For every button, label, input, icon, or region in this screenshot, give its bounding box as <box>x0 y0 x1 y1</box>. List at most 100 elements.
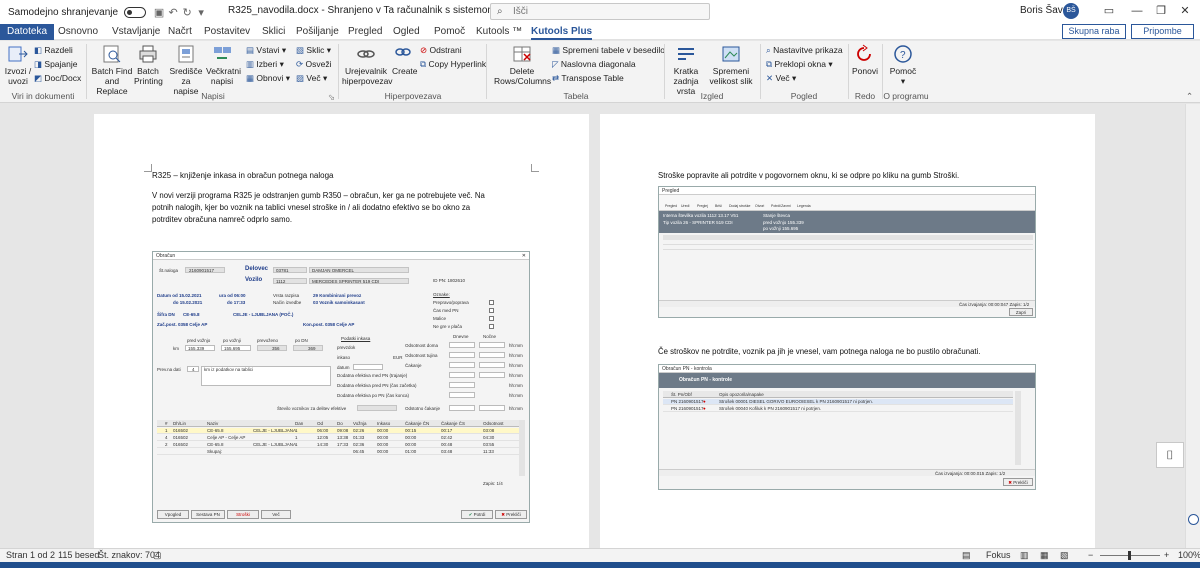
razdeli-button[interactable]: ◧ Razdeli <box>34 45 73 55</box>
tab-sklici[interactable]: Sklici <box>262 24 285 40</box>
word-count[interactable]: 115 besed <box>58 549 99 562</box>
vertical-scrollbar[interactable] <box>1185 104 1200 548</box>
dialog-launcher-icon[interactable]: ⬂ <box>328 92 335 102</box>
ribbon-display-icon[interactable]: ▭ <box>1100 2 1118 20</box>
batch-print-button[interactable]: Batch Printing <box>134 44 163 86</box>
spajanje-button[interactable]: ◨ Spajanje <box>34 59 78 69</box>
web-layout-icon[interactable]: ▧ <box>1060 549 1069 562</box>
tab-pregled[interactable]: Pregled <box>348 24 382 40</box>
tab-posiljanje[interactable]: Pošiljanje <box>296 24 339 40</box>
tab-postavitev[interactable]: Postavitev <box>204 24 250 40</box>
spremeni-tabele-button[interactable]: ▦ Spremeni tabele v besedilo <box>552 45 665 55</box>
focus-label[interactable]: Fokus <box>986 549 1011 562</box>
tab-datoteka[interactable]: Datoteka <box>0 24 55 40</box>
tab-kutools[interactable]: Kutools ™ <box>476 24 522 40</box>
veckratni-button[interactable]: Večkratni napisi <box>206 44 241 86</box>
docdocx-button[interactable]: ◩ Doc/Docx <box>34 73 81 83</box>
paragraph-line[interactable]: V novi verziji programa R325 je odstranj… <box>152 190 485 202</box>
save-icon[interactable]: ▣ <box>152 6 166 19</box>
tab-nacrt[interactable]: Načrt <box>168 24 192 40</box>
share-button[interactable]: Skupna raba <box>1062 24 1126 39</box>
table-cell: CELJE - LJUBLJANA <box>253 442 297 447</box>
tab-osnovno[interactable]: Osnovno <box>58 24 98 40</box>
pomoc-button[interactable]: ? Pomoč ▾ <box>888 44 918 86</box>
tab-vstavljanje[interactable]: Vstavljanje <box>112 24 160 40</box>
export-icon <box>8 46 28 62</box>
create-link-icon <box>395 48 411 56</box>
table-cell: 00:00 <box>377 449 389 454</box>
search-input[interactable]: ⌕ Išči <box>490 3 710 20</box>
kratka-vrsta-button[interactable]: Kratka zadnja vrsta <box>668 44 704 96</box>
paragraph-line[interactable]: potnih nalogih, kjer bo voznik na tablic… <box>152 202 470 214</box>
focus-icon[interactable]: ▤ <box>962 549 971 562</box>
vstavi-button[interactable]: ▤ Vstavi ▾ <box>246 45 286 55</box>
avatar[interactable]: BŠ <box>1063 3 1079 19</box>
group-label-o-programu: O programu <box>883 91 929 101</box>
osvezi-button[interactable]: ⟳ Osveži <box>296 59 331 69</box>
table-cell: 14:30 <box>317 442 329 447</box>
copy-hyperlink-button[interactable]: ⧉ Copy Hyperlink <box>420 59 486 69</box>
pogled-vec-button[interactable]: ✕ Več ▾ <box>766 73 796 83</box>
read-mode-icon[interactable]: ▥ <box>1020 549 1029 562</box>
group-label-hiperpovezava: Hiperpovezava <box>384 91 442 101</box>
sklic-button[interactable]: ▧ Sklic ▾ <box>296 45 331 55</box>
undo-icon[interactable]: ↶ <box>166 6 180 19</box>
spremeni-velikost-button[interactable]: Spremeni velikost slik <box>706 44 756 86</box>
print-layout-icon[interactable]: ▦ <box>1040 549 1049 562</box>
table-cell: 1 <box>295 428 298 433</box>
urejevalnik-button[interactable]: Urejevalnik hiperpovezav <box>342 44 393 86</box>
checkbox <box>489 316 494 321</box>
nastavitve-prikaza-button[interactable]: ⌕ Nastavitve prikaza <box>766 45 843 55</box>
sredisce-button[interactable]: Središče za napise <box>168 44 204 96</box>
naslovna-diagonala-button[interactable]: ◸ Naslovna diagonala <box>552 59 636 69</box>
group-separator <box>338 44 339 99</box>
page-heading[interactable]: R325 – knjiženje inkasa in obračun potne… <box>152 170 333 182</box>
table-cell: 06:00 <box>317 428 329 433</box>
paragraph-line[interactable]: Stroške popravite ali potrdite v pogovor… <box>658 170 959 182</box>
table-cell: 11:33 <box>483 449 494 454</box>
table-cell: 016502 <box>173 442 189 447</box>
group-label-napisi: Napisi <box>201 91 225 101</box>
find-replace-icon <box>103 45 121 63</box>
collapse-ribbon-icon[interactable]: ⌃ <box>1186 91 1193 101</box>
izvozi-button[interactable]: Izvozi / uvozi <box>4 44 32 86</box>
delete-rows-button[interactable]: Delete Rows/Columns <box>494 44 551 86</box>
zoom-slider-thumb[interactable] <box>1128 551 1131 560</box>
taskbar <box>0 562 1200 568</box>
redo-icon[interactable]: ↻ <box>180 6 194 19</box>
page-1: R325 – knjiženje inkasa in obračun potne… <box>94 114 589 548</box>
comments-button[interactable]: Pripombe <box>1131 24 1194 39</box>
izberi-button[interactable]: ▥ Izberi ▾ <box>246 59 284 69</box>
preklopi-okna-button[interactable]: ⧉ Preklopi okna ▾ <box>766 59 833 69</box>
proofing-icon[interactable]: ▢ <box>153 549 162 562</box>
ponovi-button[interactable]: Ponovi <box>852 44 878 76</box>
obnovi-button[interactable]: ▦ Obnovi ▾ <box>246 73 290 83</box>
restore-button[interactable]: ❐ <box>1152 2 1170 20</box>
zoom-out-icon[interactable]: − <box>1088 549 1093 562</box>
tab-kutools-plus[interactable]: Kutools Plus <box>531 24 593 40</box>
user-name[interactable]: Boris Šavc <box>1020 5 1068 16</box>
table-cell: 00:15 <box>405 428 417 433</box>
vec-button[interactable]: ▨ Več ▾ <box>296 73 327 83</box>
customize-icon[interactable]: ▾ <box>194 6 208 19</box>
sync-icon[interactable] <box>1188 514 1199 525</box>
paragraph-line[interactable]: potrditev obračuna namreč odprlo samo. <box>152 214 292 226</box>
tab-pomoc[interactable]: Pomoč <box>434 24 465 40</box>
close-button[interactable]: ✕ <box>1176 2 1194 20</box>
zoom-level[interactable]: 100% <box>1178 549 1200 562</box>
batch-find-button[interactable]: Batch Find and Replace <box>90 44 134 96</box>
transpose-button[interactable]: ⇄ Transpose Table <box>552 73 624 83</box>
tab-ogled[interactable]: Ogled <box>393 24 420 40</box>
minimize-button[interactable]: — <box>1128 2 1146 20</box>
zoom-in-icon[interactable]: + <box>1164 549 1169 562</box>
table-cell: 09:08 <box>337 428 349 433</box>
autosave-toggle[interactable] <box>124 6 147 18</box>
table-cell: CE-65.8 <box>207 428 224 433</box>
table-cell: 02:42 <box>441 435 453 440</box>
paragraph-line[interactable]: Če stroškov ne potrdite, voznik pa jih j… <box>658 346 980 358</box>
char-count[interactable]: Št. znakov: 704 <box>98 549 160 562</box>
page-count[interactable]: Stran 1 od 2 <box>6 549 55 562</box>
comment-icon[interactable]: ⌷ <box>1156 442 1184 468</box>
create-button[interactable]: Create <box>392 44 418 76</box>
odstrani-button[interactable]: ⊘ Odstrani <box>420 45 462 55</box>
